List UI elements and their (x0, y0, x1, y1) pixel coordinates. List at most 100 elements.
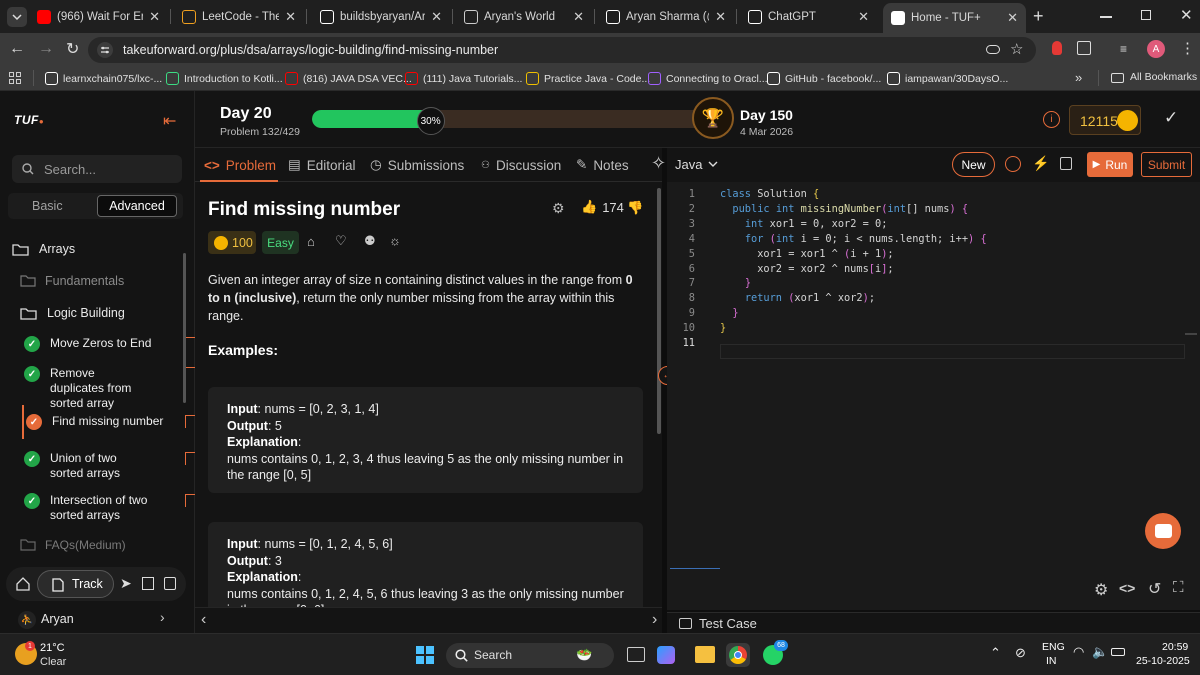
tuf-logo[interactable]: TUF● (14, 113, 44, 127)
magic-wand-icon[interactable]: ⚡ (1032, 155, 1049, 172)
show-hidden-icons[interactable]: ⌃ (990, 645, 1001, 661)
sidebar-item-find-missing-number[interactable]: ✓ Find missing number (26, 414, 210, 430)
bookmark-star-icon[interactable]: ☆ (1010, 40, 1023, 58)
problem-scrollbar[interactable] (657, 188, 661, 434)
close-tab-icon[interactable]: ✕ (715, 9, 726, 25)
close-tab-icon[interactable]: ✕ (431, 9, 442, 25)
address-bar[interactable]: takeuforward.org/plus/dsa/arrays/logic-b… (88, 37, 1036, 63)
copilot-icon[interactable] (657, 646, 675, 664)
bookmark-item[interactable]: learnxchain075/lxc-... (45, 70, 162, 87)
browser-tab[interactable]: Aryan's World ✕ (456, 4, 592, 29)
user-avatar[interactable]: ⛹ (18, 611, 36, 629)
browser-tab[interactable]: Aryan Sharma (@ary ✕ (598, 4, 734, 29)
code-brackets-icon[interactable]: <> (1119, 580, 1135, 596)
close-tab-icon[interactable]: ✕ (285, 9, 296, 25)
tab-problem[interactable]: <> Problem (204, 148, 276, 182)
tab-search-button[interactable] (7, 7, 27, 27)
task-view-icon[interactable] (627, 647, 645, 662)
volume-icon[interactable]: 🔈 (1092, 644, 1108, 660)
code-editor[interactable]: 1 2 3 4 5 6 7 8 9 10 11 class Solution { public in… (667, 182, 1200, 570)
close-tab-icon[interactable]: ✕ (858, 9, 869, 25)
track-button[interactable]: Track (37, 570, 114, 598)
profile-avatar[interactable]: A (1147, 40, 1165, 58)
language-indicator[interactable]: ENG (1042, 641, 1065, 653)
tab-submissions[interactable]: ◷ Submissions (370, 148, 464, 182)
restore-button[interactable] (1141, 10, 1151, 20)
sidebar-scrollbar[interactable] (183, 253, 186, 403)
settings-gear-icon[interactable]: ⚙ (1094, 580, 1108, 600)
section-fundamentals[interactable]: Fundamentals (20, 274, 124, 288)
submit-button[interactable]: Submit (1141, 152, 1192, 177)
sheet-icon[interactable] (142, 577, 154, 590)
file-explorer-icon[interactable] (695, 646, 715, 663)
history-icon[interactable]: ↺ (1148, 579, 1161, 599)
bookmark-item[interactable]: GitHub - facebook/... (767, 70, 881, 87)
section-arrays[interactable]: Arrays (12, 242, 75, 256)
reload-button[interactable]: ↻ (66, 39, 79, 59)
company-icon[interactable]: ⚉ (364, 233, 376, 249)
debug-icon[interactable]: ⚙ (552, 200, 565, 217)
notebook-icon[interactable] (164, 577, 176, 590)
checkmark-pen-icon[interactable]: ✓ (1164, 108, 1178, 128)
tab-basic[interactable]: Basic (32, 199, 63, 213)
chrome-taskbar-item[interactable] (726, 643, 750, 667)
send-icon[interactable]: ➤ (120, 575, 132, 592)
code-content[interactable]: class Solution { public int missingNumbe… (720, 182, 987, 336)
collapse-sidebar-icon[interactable]: ⇤ (163, 111, 176, 131)
browser-tab[interactable]: LeetCode - The Worl ✕ (174, 4, 304, 29)
all-bookmarks-button[interactable]: All Bookmarks (1130, 71, 1197, 83)
run-button[interactable]: ▶ Run (1087, 152, 1133, 177)
next-problem-button[interactable]: › (652, 611, 657, 629)
bookmark-item[interactable]: Introduction to Kotli... (166, 70, 283, 87)
browser-tab[interactable]: (966) Wait For Er ✕ (29, 4, 168, 29)
info-icon[interactable]: i (1043, 111, 1060, 128)
clock-time[interactable]: 20:59 (1162, 641, 1188, 653)
windows-start-icon[interactable] (416, 646, 434, 664)
timer-icon[interactable] (1005, 156, 1021, 172)
wifi-icon[interactable]: ◠ (1073, 644, 1084, 660)
sidebar-item-intersection[interactable]: ✓ Intersection of two sorted arrays (24, 493, 208, 523)
ai-sparkle-icon[interactable]: ✧ (651, 153, 666, 174)
user-name[interactable]: Aryan (41, 612, 74, 626)
browser-tab[interactable]: buildsbyaryan/Aryan ✕ (312, 4, 450, 29)
battery-icon[interactable] (1111, 648, 1125, 656)
clock-date[interactable]: 25-10-2025 (1136, 655, 1190, 667)
prev-problem-button[interactable]: ‹ (201, 611, 206, 629)
password-key-icon[interactable] (986, 45, 1000, 54)
extension-icon[interactable] (1052, 41, 1062, 55)
test-case-bar[interactable]: Test Case (667, 612, 1200, 633)
section-faqs-medium[interactable]: FAQs(Medium) (20, 538, 126, 552)
forward-button[interactable]: → (38, 40, 54, 58)
sidebar-search[interactable]: Search... (12, 155, 182, 183)
bookmark-item[interactable]: (816) JAVA DSA VEC... (285, 70, 412, 87)
sidebar-item-remove-duplicates[interactable]: ✓ Remove duplicates from sorted array (24, 366, 208, 411)
lightbulb-icon[interactable]: ☼ (389, 233, 401, 248)
minimize-button[interactable] (1100, 16, 1112, 18)
new-tab-button[interactable]: + (1033, 6, 1044, 27)
apps-grid-icon[interactable] (9, 72, 21, 84)
bookmark-item[interactable]: iampawan/30DaysO... (887, 70, 1008, 87)
new-button[interactable]: New (952, 152, 995, 177)
hint-icon[interactable]: ♡ (335, 233, 347, 249)
close-tab-icon[interactable]: ✕ (1007, 10, 1018, 26)
more-bookmarks-button[interactable]: » (1075, 70, 1082, 85)
fullscreen-icon[interactable]: ⛶ (1173, 579, 1184, 596)
chat-support-button[interactable] (1145, 513, 1181, 549)
coins-badge[interactable]: 12115 (1069, 105, 1141, 135)
thumbs-down-icon[interactable]: 👎 (627, 200, 643, 216)
tab-discussion[interactable]: ⚇ Discussion (481, 148, 561, 182)
tab-editorial[interactable]: ▤ Editorial (288, 148, 356, 182)
language-select[interactable]: Java (675, 157, 718, 172)
copy-icon[interactable] (1060, 157, 1072, 170)
tab-notes[interactable]: ✎ Notes (576, 148, 629, 182)
site-info-icon[interactable] (97, 42, 113, 58)
close-tab-icon[interactable]: ✕ (149, 9, 160, 25)
like-button[interactable]: 👍 174 (581, 199, 624, 215)
home-icon[interactable] (16, 577, 30, 591)
bookmark-item[interactable]: Practice Java - Code... (526, 70, 650, 87)
browser-tab[interactable]: ChatGPT ✕ (740, 4, 877, 29)
tab-advanced[interactable]: Advanced (97, 195, 177, 217)
sidebar-item-union[interactable]: ✓ Union of two sorted arrays (24, 451, 208, 481)
back-button[interactable]: ← (9, 40, 25, 58)
region-indicator[interactable]: IN (1046, 655, 1057, 667)
